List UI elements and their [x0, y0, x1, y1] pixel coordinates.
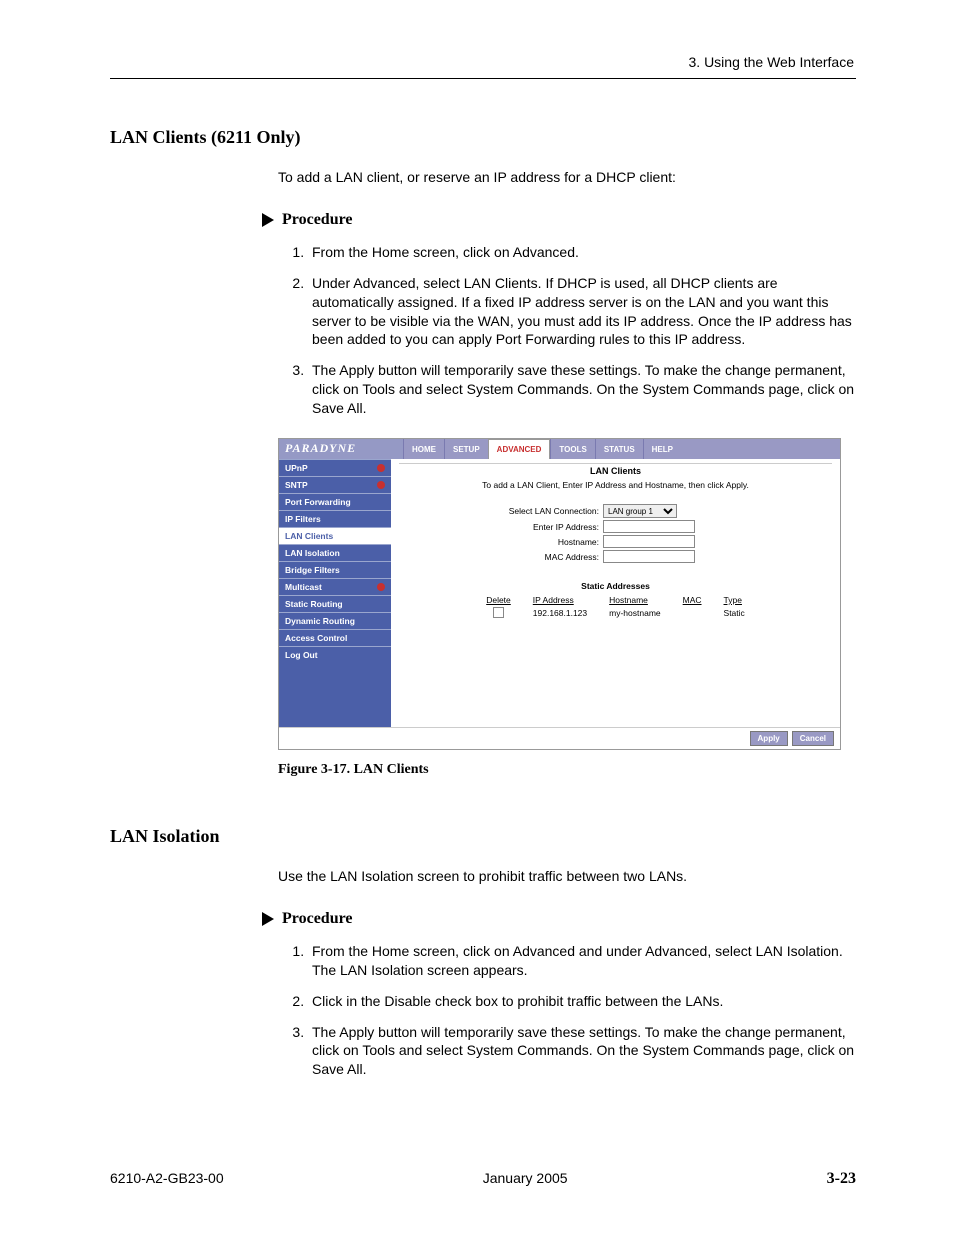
section-title-lan-isolation: LAN Isolation	[110, 826, 856, 847]
chapter-breadcrumb: 3. Using the Web Interface	[110, 54, 856, 70]
col-mac: MAC	[673, 595, 712, 605]
delete-checkbox[interactable]	[493, 607, 504, 618]
input-mac-address[interactable]	[603, 550, 695, 563]
sidebar-item-lan-isolation[interactable]: LAN Isolation	[279, 544, 391, 561]
footer-page-number: 3-23	[827, 1170, 856, 1188]
brand-logo: PARADYNE	[279, 439, 403, 459]
status-dot-icon	[377, 464, 385, 472]
procedure-label-2: Procedure	[282, 910, 353, 928]
step: From the Home screen, click on Advanced …	[308, 942, 856, 980]
select-lan-connection[interactable]: LAN group 1	[603, 504, 677, 518]
figure-caption: Figure 3-17. LAN Clients	[278, 762, 856, 778]
sidebar-item-port-forwarding[interactable]: Port Forwarding	[279, 493, 391, 510]
step: Click in the Disable check box to prohib…	[308, 992, 856, 1011]
label-mac: MAC Address:	[399, 552, 603, 562]
panel-title: LAN Clients	[399, 463, 832, 476]
input-ip-address[interactable]	[603, 520, 695, 533]
nav-status[interactable]: STATUS	[595, 439, 643, 459]
procedure-label-1: Procedure	[282, 211, 353, 229]
sidebar-item-ip-filters[interactable]: IP Filters	[279, 510, 391, 527]
triangle-icon	[262, 213, 274, 227]
apply-button[interactable]: Apply	[750, 731, 788, 746]
cell-mac	[673, 607, 712, 618]
col-hostname: Hostname	[599, 595, 671, 605]
label-ip: Enter IP Address:	[399, 522, 603, 532]
triangle-icon	[262, 912, 274, 926]
step: Under Advanced, select LAN Clients. If D…	[308, 274, 856, 350]
section-title-lan-clients: LAN Clients (6211 Only)	[110, 127, 856, 148]
label-hostname: Hostname:	[399, 537, 603, 547]
screenshot-figure: PARADYNE HOME SETUP ADVANCED TOOLS STATU…	[278, 438, 841, 750]
procedure-list-2: From the Home screen, click on Advanced …	[288, 942, 856, 1079]
step: The Apply button will temporarily save t…	[308, 361, 856, 418]
col-type: Type	[714, 595, 755, 605]
header-rule	[110, 78, 856, 79]
cell-type: Static	[714, 607, 755, 618]
cancel-button[interactable]: Cancel	[792, 731, 834, 746]
col-ip: IP Address	[523, 595, 597, 605]
nav-home[interactable]: HOME	[403, 439, 444, 459]
nav-advanced[interactable]: ADVANCED	[488, 439, 551, 459]
sidebar-item-sntp[interactable]: SNTP	[279, 476, 391, 493]
cell-host: my-hostname	[599, 607, 671, 618]
sidebar-item-static-routing[interactable]: Static Routing	[279, 595, 391, 612]
sidebar-item-dynamic-routing[interactable]: Dynamic Routing	[279, 612, 391, 629]
cell-ip: 192.168.1.123	[523, 607, 597, 618]
static-addresses-table: Delete IP Address Hostname MAC Type 192.…	[474, 593, 757, 620]
nav-tools[interactable]: TOOLS	[550, 439, 594, 459]
sidebar-item-multicast[interactable]: Multicast	[279, 578, 391, 595]
panel-subtitle: To add a LAN Client, Enter IP Address an…	[399, 480, 832, 490]
sidebar-item-bridge-filters[interactable]: Bridge Filters	[279, 561, 391, 578]
step: The Apply button will temporarily save t…	[308, 1023, 856, 1080]
label-select-lan: Select LAN Connection:	[399, 506, 603, 516]
sidebar-item-log-out[interactable]: Log Out	[279, 646, 391, 663]
sidebar-item-upnp[interactable]: UPnP	[279, 459, 391, 476]
status-dot-icon	[377, 481, 385, 489]
footer-date: January 2005	[483, 1170, 568, 1188]
sidebar-item-access-control[interactable]: Access Control	[279, 629, 391, 646]
footer-doc-id: 6210-A2-GB23-00	[110, 1170, 224, 1188]
sidebar: UPnP SNTP Port Forwarding IP Filters LAN…	[279, 459, 391, 727]
col-delete: Delete	[476, 595, 521, 605]
intro-text-2: Use the LAN Isolation screen to prohibit…	[278, 867, 856, 886]
static-addresses-title: Static Addresses	[399, 581, 832, 591]
input-hostname[interactable]	[603, 535, 695, 548]
nav-setup[interactable]: SETUP	[444, 439, 488, 459]
procedure-list-1: From the Home screen, click on Advanced.…	[288, 243, 856, 418]
nav-help[interactable]: HELP	[643, 439, 681, 459]
sidebar-item-lan-clients[interactable]: LAN Clients	[279, 527, 391, 544]
status-dot-icon	[377, 583, 385, 591]
intro-text-1: To add a LAN client, or reserve an IP ad…	[278, 168, 856, 187]
step: From the Home screen, click on Advanced.	[308, 243, 856, 262]
table-row: 192.168.1.123 my-hostname Static	[476, 607, 755, 618]
